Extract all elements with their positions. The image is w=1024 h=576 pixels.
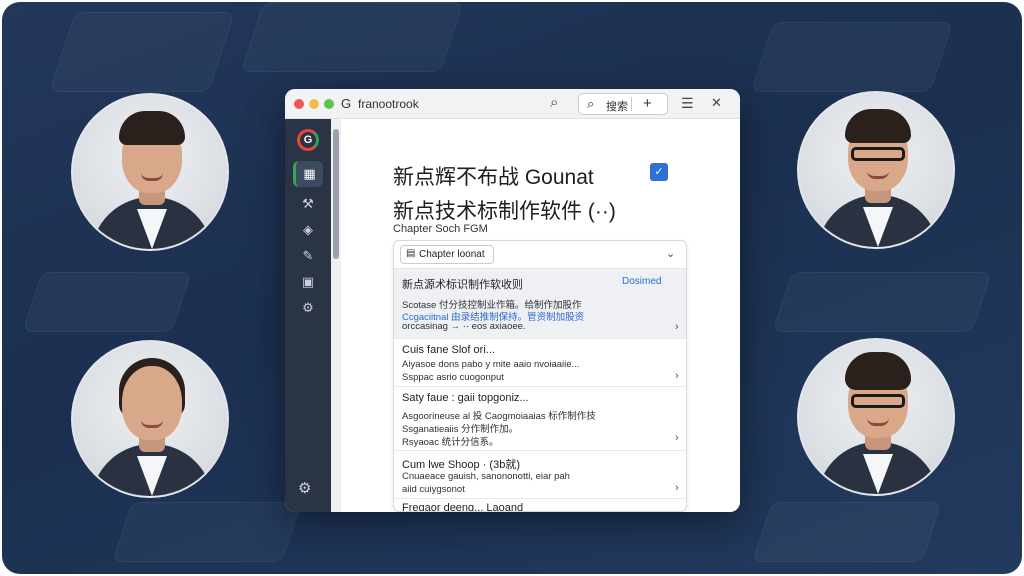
avatar-glasses <box>851 147 905 161</box>
avatar-hair <box>845 109 911 143</box>
page-subtitle: 新点技术标制作软件 (··) <box>393 200 616 223</box>
participant-avatar-bottom-right[interactable] <box>797 338 955 496</box>
background-tile <box>112 502 302 562</box>
chevron-right-icon: › <box>675 482 679 494</box>
list-item[interactable]: Cum lwe Shoop · (3b就) Cnuaeace gauish, s… <box>394 451 686 499</box>
list-item[interactable]: 新点源术标识制作软收则 Dosimed Scotase 付分技控制业作箱。给制作… <box>394 269 686 339</box>
sidebar-item-shield[interactable]: ◈ <box>293 217 323 243</box>
sidebar-item-grid[interactable]: ▦ <box>293 161 323 187</box>
list-item-line: Aiyasoe dons pabo y mite aaio nvoiaaiie.… <box>402 359 580 370</box>
list-item-title: Cum lwe Shoop · (3b就) <box>402 459 520 471</box>
chapter-button-label: Chapter loonat <box>419 249 485 260</box>
main-content: 新点辉不布战 Gounat ✓ 新点技术标制作软件 (··) Chapter S… <box>345 119 740 512</box>
search-pill-text: 搜索 <box>606 101 628 113</box>
title-bar: G franootrook ⌕ ⌕ 搜索 + ☰ ✕ <box>285 89 740 119</box>
participant-avatar-top-right[interactable] <box>797 91 955 249</box>
background-tile <box>22 272 192 332</box>
sidebar-item-gear[interactable]: ⚙ <box>293 295 323 321</box>
background-tile <box>752 502 942 562</box>
list-item-line: Ssganatieaiis 分作制作加。 <box>402 424 519 435</box>
settings-icon[interactable]: ⚙ <box>298 479 311 497</box>
list-item[interactable]: Saty faue : gaii topgoniz... Asgoorineus… <box>394 387 686 451</box>
list-item-line: aiid cuiygsonot <box>402 484 465 495</box>
list-item-line: orccasinag → ·· eos axiaoee. <box>402 321 526 332</box>
list-item-line: Cnuaeace gauish, sanononotti, eiar pah <box>402 471 570 482</box>
chevron-right-icon: › <box>675 370 679 382</box>
background-tile <box>772 272 992 332</box>
grid-icon: ▦ <box>303 166 316 181</box>
window-maximize-dot[interactable] <box>324 99 334 109</box>
list-item-title: 新点源术标识制作软收则 <box>402 279 523 291</box>
check-icon[interactable]: ✓ <box>650 163 668 181</box>
scrollbar-thumb[interactable] <box>333 129 339 259</box>
edit-icon: ✎ <box>302 248 314 263</box>
sidebar-item-tools[interactable]: ⚒ <box>293 191 323 217</box>
shield-icon: ◈ <box>303 222 313 237</box>
sidebar: G ▦ ⚒ ◈ ✎ ▣ ⚙ ⚙ <box>285 119 331 512</box>
background-tile <box>750 22 954 92</box>
list-item[interactable]: Freqaor deeng... Laoand <box>394 499 686 512</box>
avatar-glasses <box>851 394 905 408</box>
list-item-title: Saty faue : gaii topgoniz... <box>402 392 529 404</box>
sidebar-item-save[interactable]: ▣ <box>293 269 323 295</box>
participant-avatar-bottom-left[interactable] <box>71 340 229 498</box>
avatar-hair <box>845 352 911 390</box>
page-title: 新点辉不布战 Gounat <box>393 166 594 189</box>
chevron-right-icon: › <box>675 321 679 333</box>
background-tile <box>49 12 235 92</box>
close-icon[interactable]: ✕ <box>711 95 722 111</box>
tools-icon: ⚒ <box>302 196 314 211</box>
window-minimize-dot[interactable] <box>309 99 319 109</box>
window-title: franootrook <box>358 97 419 111</box>
search-icon[interactable]: ⌕ <box>550 94 558 111</box>
collapse-icon[interactable]: ⌄ <box>666 247 675 260</box>
chapter-label: Chapter Soch FGM <box>393 223 488 235</box>
pill-divider <box>631 97 632 111</box>
document-icon: ▤ <box>406 248 416 259</box>
participant-avatar-top-left[interactable] <box>71 93 229 251</box>
list-item-line: Ssppac asrio cuogonput <box>402 372 504 383</box>
save-icon: ▣ <box>301 274 315 289</box>
list-item-title: Cuis fane Slof ori... <box>402 344 495 356</box>
list-item-line: Rsyaoac 统计分信系。 <box>402 437 499 448</box>
app-window: G franootrook ⌕ ⌕ 搜索 + ☰ ✕ G ▦ ⚒ ◈ ✎ ▣ ⚙ <box>285 89 740 512</box>
chapter-panel: ▤ Chapter loonat ⌄ 新点源术标识制作软收则 Dosimed S… <box>393 240 687 512</box>
chapter-button[interactable]: ▤ Chapter loonat <box>400 245 494 264</box>
background-tile <box>240 2 464 72</box>
panel-header: ▤ Chapter loonat ⌄ <box>394 241 686 269</box>
status-badge: Dosimed <box>622 276 662 287</box>
list-item[interactable]: Cuis fane Slof ori... Aiyasoe dons pabo … <box>394 339 686 387</box>
list-icon[interactable]: ☰ <box>681 95 694 112</box>
avatar-face <box>122 366 182 440</box>
sidebar-item-edit[interactable]: ✎ <box>293 243 323 269</box>
window-close-dot[interactable] <box>294 99 304 109</box>
gear-icon: ⚙ <box>302 300 314 315</box>
list-item-title: Freqaor deeng... Laoand <box>402 502 524 512</box>
search-icon: ⌕ <box>587 96 595 111</box>
chevron-right-icon: › <box>675 432 679 444</box>
avatar-hair <box>119 111 185 145</box>
search-pill[interactable]: ⌕ 搜索 + <box>578 93 668 115</box>
list-item-line: Asgoorineuse al 投 Caogmoiaaias 标作制作技 <box>402 411 596 422</box>
app-icon: G <box>341 96 352 111</box>
add-icon[interactable]: + <box>643 95 652 112</box>
app-logo: G <box>297 129 319 151</box>
